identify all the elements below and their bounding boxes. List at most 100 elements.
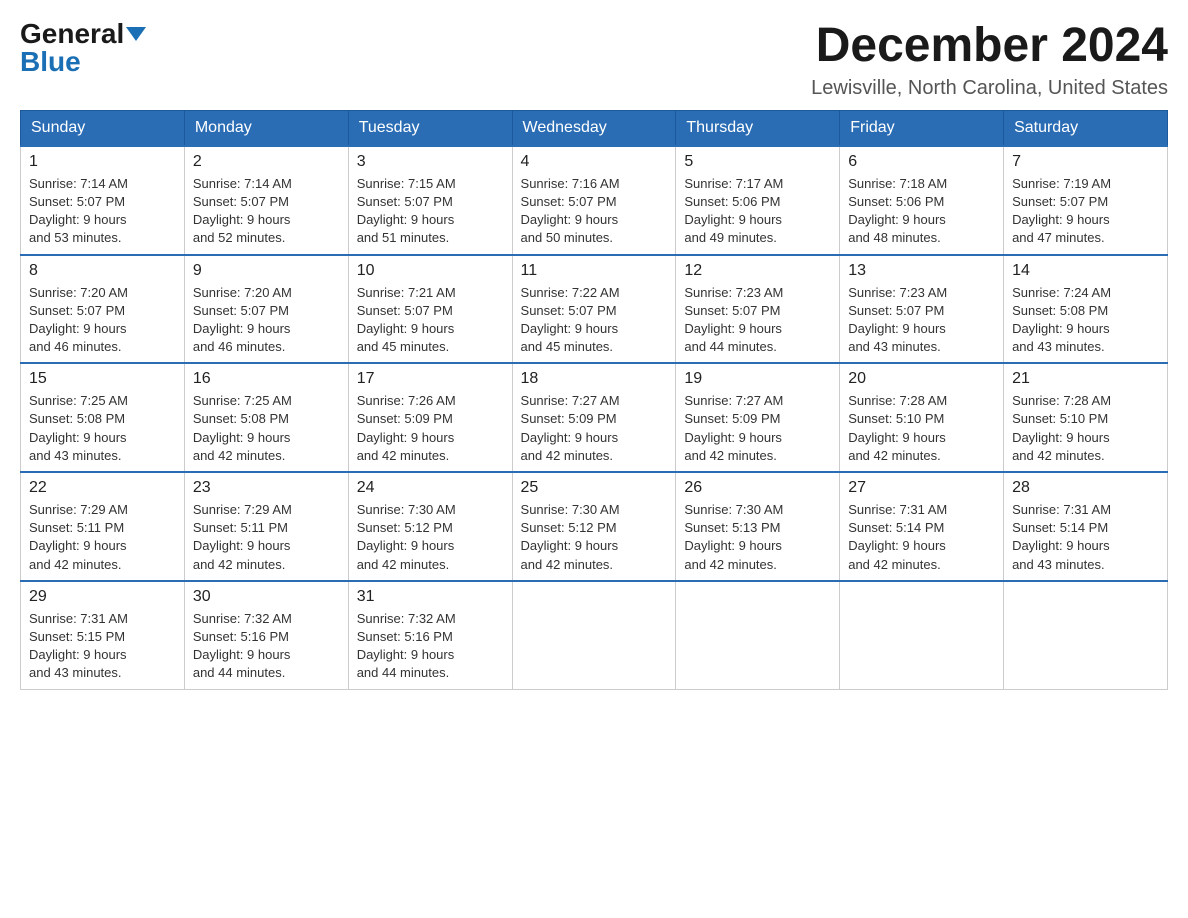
- day-number: 3: [357, 153, 504, 171]
- day-info: Sunrise: 7:14 AM Sunset: 5:07 PM Dayligh…: [193, 175, 340, 248]
- day-number: 19: [684, 370, 831, 388]
- day-number: 2: [193, 153, 340, 171]
- day-number: 8: [29, 262, 176, 280]
- day-number: 1: [29, 153, 176, 171]
- day-number: 27: [848, 479, 995, 497]
- day-number: 9: [193, 262, 340, 280]
- day-info: Sunrise: 7:14 AM Sunset: 5:07 PM Dayligh…: [29, 175, 176, 248]
- day-number: 30: [193, 588, 340, 606]
- day-info: Sunrise: 7:17 AM Sunset: 5:06 PM Dayligh…: [684, 175, 831, 248]
- day-number: 6: [848, 153, 995, 171]
- day-number: 11: [521, 262, 668, 280]
- logo-blue-text: Blue: [20, 48, 81, 76]
- week-row-5: 29 Sunrise: 7:31 AM Sunset: 5:15 PM Dayli…: [21, 581, 1168, 689]
- day-cell: 3 Sunrise: 7:15 AM Sunset: 5:07 PM Daylig…: [348, 146, 512, 255]
- day-info: Sunrise: 7:32 AM Sunset: 5:16 PM Dayligh…: [357, 610, 504, 683]
- day-cell: 11 Sunrise: 7:22 AM Sunset: 5:07 PM Dayli…: [512, 255, 676, 364]
- day-info: Sunrise: 7:24 AM Sunset: 5:08 PM Dayligh…: [1012, 284, 1159, 357]
- logo-general-text: General: [20, 20, 124, 48]
- day-number: 31: [357, 588, 504, 606]
- weekday-header-thursday: Thursday: [676, 110, 840, 146]
- day-cell: 29 Sunrise: 7:31 AM Sunset: 5:15 PM Dayli…: [21, 581, 185, 689]
- day-info: Sunrise: 7:28 AM Sunset: 5:10 PM Dayligh…: [848, 392, 995, 465]
- logo: General Blue: [20, 20, 146, 76]
- day-number: 23: [193, 479, 340, 497]
- day-info: Sunrise: 7:16 AM Sunset: 5:07 PM Dayligh…: [521, 175, 668, 248]
- day-number: 4: [521, 153, 668, 171]
- weekday-header-wednesday: Wednesday: [512, 110, 676, 146]
- day-cell: 23 Sunrise: 7:29 AM Sunset: 5:11 PM Dayli…: [184, 472, 348, 581]
- day-number: 20: [848, 370, 995, 388]
- weekday-header-tuesday: Tuesday: [348, 110, 512, 146]
- day-cell: 18 Sunrise: 7:27 AM Sunset: 5:09 PM Dayli…: [512, 363, 676, 472]
- day-number: 29: [29, 588, 176, 606]
- day-cell: 24 Sunrise: 7:30 AM Sunset: 5:12 PM Dayli…: [348, 472, 512, 581]
- day-info: Sunrise: 7:26 AM Sunset: 5:09 PM Dayligh…: [357, 392, 504, 465]
- day-info: Sunrise: 7:31 AM Sunset: 5:15 PM Dayligh…: [29, 610, 176, 683]
- day-cell: 16Sunrise: 7:25 AM Sunset: 5:08 PM Dayli…: [184, 363, 348, 472]
- day-cell: 25 Sunrise: 7:30 AM Sunset: 5:12 PM Dayli…: [512, 472, 676, 581]
- day-cell: 26Sunrise: 7:30 AM Sunset: 5:13 PM Dayli…: [676, 472, 840, 581]
- day-info: Sunrise: 7:18 AM Sunset: 5:06 PM Dayligh…: [848, 175, 995, 248]
- day-info: Sunrise: 7:32 AM Sunset: 5:16 PM Dayligh…: [193, 610, 340, 683]
- day-cell: 20 Sunrise: 7:28 AM Sunset: 5:10 PM Dayli…: [840, 363, 1004, 472]
- day-info: Sunrise: 7:28 AM Sunset: 5:10 PM Dayligh…: [1012, 392, 1159, 465]
- day-cell: 31 Sunrise: 7:32 AM Sunset: 5:16 PM Dayli…: [348, 581, 512, 689]
- logo-triangle-icon: [126, 27, 146, 41]
- day-info: Sunrise: 7:25 AM Sunset: 5:08 PM Dayligh…: [29, 392, 176, 465]
- day-number: 24: [357, 479, 504, 497]
- day-info: Sunrise: 7:25 AM Sunset: 5:08 PM Dayligh…: [193, 392, 340, 465]
- location-title: Lewisville, North Carolina, United State…: [811, 77, 1168, 100]
- day-cell: 15 Sunrise: 7:25 AM Sunset: 5:08 PM Dayli…: [21, 363, 185, 472]
- day-info: Sunrise: 7:21 AM Sunset: 5:07 PM Dayligh…: [357, 284, 504, 357]
- day-number: 28: [1012, 479, 1159, 497]
- day-number: 25: [521, 479, 668, 497]
- day-number: 17: [357, 370, 504, 388]
- day-info: Sunrise: 7:23 AM Sunset: 5:07 PM Dayligh…: [684, 284, 831, 357]
- day-info: Sunrise: 7:27 AM Sunset: 5:09 PM Dayligh…: [521, 392, 668, 465]
- day-cell: 6 Sunrise: 7:18 AM Sunset: 5:06 PM Daylig…: [840, 146, 1004, 255]
- week-row-2: 8 Sunrise: 7:20 AM Sunset: 5:07 PM Daylig…: [21, 255, 1168, 364]
- day-cell: 21 Sunrise: 7:28 AM Sunset: 5:10 PM Dayli…: [1004, 363, 1168, 472]
- day-info: Sunrise: 7:29 AM Sunset: 5:11 PM Dayligh…: [29, 501, 176, 574]
- day-number: 7: [1012, 153, 1159, 171]
- day-number: 21: [1012, 370, 1159, 388]
- week-row-4: 22 Sunrise: 7:29 AM Sunset: 5:11 PM Dayli…: [21, 472, 1168, 581]
- day-cell: 28Sunrise: 7:31 AM Sunset: 5:14 PM Dayli…: [1004, 472, 1168, 581]
- day-number: 13: [848, 262, 995, 280]
- day-info: Sunrise: 7:22 AM Sunset: 5:07 PM Dayligh…: [521, 284, 668, 357]
- weekday-header-sunday: Sunday: [21, 110, 185, 146]
- weekday-header-row: SundayMondayTuesdayWednesdayThursdayFrid…: [21, 110, 1168, 146]
- day-cell: 30 Sunrise: 7:32 AM Sunset: 5:16 PM Dayli…: [184, 581, 348, 689]
- day-cell: 8 Sunrise: 7:20 AM Sunset: 5:07 PM Daylig…: [21, 255, 185, 364]
- day-number: 22: [29, 479, 176, 497]
- day-info: Sunrise: 7:19 AM Sunset: 5:07 PM Dayligh…: [1012, 175, 1159, 248]
- day-info: Sunrise: 7:29 AM Sunset: 5:11 PM Dayligh…: [193, 501, 340, 574]
- day-cell: [676, 581, 840, 689]
- day-cell: 4 Sunrise: 7:16 AM Sunset: 5:07 PM Daylig…: [512, 146, 676, 255]
- header: General Blue December 2024 Lewisville, N…: [20, 20, 1168, 100]
- day-number: 14: [1012, 262, 1159, 280]
- day-cell: 27 Sunrise: 7:31 AM Sunset: 5:14 PM Dayli…: [840, 472, 1004, 581]
- day-info: Sunrise: 7:30 AM Sunset: 5:13 PM Dayligh…: [684, 501, 831, 574]
- week-row-3: 15 Sunrise: 7:25 AM Sunset: 5:08 PM Dayli…: [21, 363, 1168, 472]
- day-info: Sunrise: 7:31 AM Sunset: 5:14 PM Dayligh…: [848, 501, 995, 574]
- day-info: Sunrise: 7:30 AM Sunset: 5:12 PM Dayligh…: [521, 501, 668, 574]
- day-info: Sunrise: 7:20 AM Sunset: 5:07 PM Dayligh…: [29, 284, 176, 357]
- day-cell: 13Sunrise: 7:23 AM Sunset: 5:07 PM Dayli…: [840, 255, 1004, 364]
- calendar-table: SundayMondayTuesdayWednesdayThursdayFrid…: [20, 110, 1168, 690]
- day-cell: 9 Sunrise: 7:20 AM Sunset: 5:07 PM Daylig…: [184, 255, 348, 364]
- day-number: 5: [684, 153, 831, 171]
- day-number: 18: [521, 370, 668, 388]
- day-info: Sunrise: 7:20 AM Sunset: 5:07 PM Dayligh…: [193, 284, 340, 357]
- day-cell: [1004, 581, 1168, 689]
- weekday-header-saturday: Saturday: [1004, 110, 1168, 146]
- day-cell: 17 Sunrise: 7:26 AM Sunset: 5:09 PM Dayli…: [348, 363, 512, 472]
- day-cell: 22 Sunrise: 7:29 AM Sunset: 5:11 PM Dayli…: [21, 472, 185, 581]
- day-number: 15: [29, 370, 176, 388]
- day-info: Sunrise: 7:15 AM Sunset: 5:07 PM Dayligh…: [357, 175, 504, 248]
- month-title: December 2024: [811, 20, 1168, 73]
- day-info: Sunrise: 7:30 AM Sunset: 5:12 PM Dayligh…: [357, 501, 504, 574]
- day-cell: 1 Sunrise: 7:14 AM Sunset: 5:07 PM Daylig…: [21, 146, 185, 255]
- day-info: Sunrise: 7:27 AM Sunset: 5:09 PM Dayligh…: [684, 392, 831, 465]
